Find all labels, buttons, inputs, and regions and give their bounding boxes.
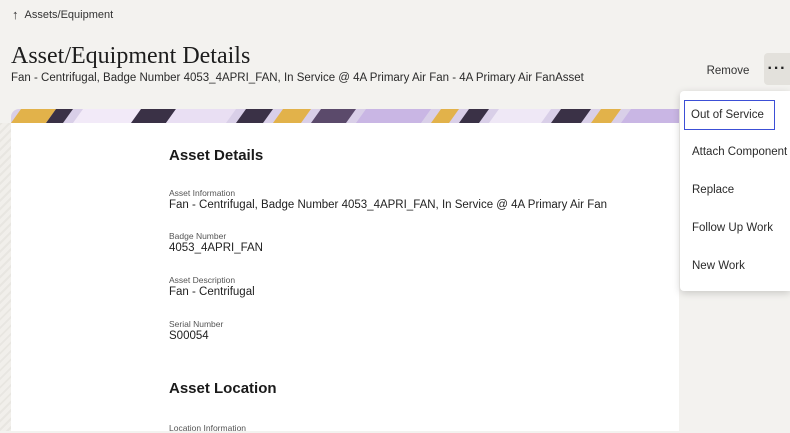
asset-location-heading: Asset Location <box>169 380 277 397</box>
page-subtitle: Fan - Centrifugal, Badge Number 4053_4AP… <box>11 72 584 84</box>
badge-number-label: Badge Number <box>169 231 227 241</box>
asset-information-value: Fan - Centrifugal, Badge Number 4053_4AP… <box>169 199 608 211</box>
badge-number-value: 4053_4APRI_FAN <box>169 242 263 254</box>
asset-details-heading: Asset Details <box>169 147 264 164</box>
left-decorative-strip <box>0 123 11 431</box>
decorative-banner <box>11 109 679 123</box>
actions-dropdown-menu: Out of Service Attach Component Replace … <box>680 91 790 291</box>
menu-item-new-work[interactable]: New Work <box>680 251 790 281</box>
arrow-up-icon: ↑ <box>12 7 19 22</box>
more-actions-button[interactable]: ··· <box>764 53 790 85</box>
breadcrumb[interactable]: ↑ Assets/Equipment <box>12 7 114 22</box>
remove-button[interactable]: Remove <box>697 60 759 82</box>
menu-item-follow-up-work[interactable]: Follow Up Work <box>680 213 790 243</box>
breadcrumb-label[interactable]: Assets/Equipment <box>25 9 114 21</box>
asset-information-label: Asset Information <box>169 188 236 198</box>
menu-item-attach-component[interactable]: Attach Component <box>680 137 790 167</box>
menu-item-out-of-service[interactable]: Out of Service <box>684 100 775 130</box>
serial-number-label: Serial Number <box>169 319 224 329</box>
serial-number-value: S00054 <box>169 330 209 342</box>
more-icon: ··· <box>767 60 787 77</box>
page-title: Asset/Equipment Details <box>11 43 251 69</box>
asset-description-value: Fan - Centrifugal <box>169 286 255 298</box>
menu-item-replace[interactable]: Replace <box>680 175 790 205</box>
asset-details-card <box>11 123 679 431</box>
asset-description-label: Asset Description <box>169 275 236 285</box>
location-information-label: Location Information <box>169 423 247 433</box>
